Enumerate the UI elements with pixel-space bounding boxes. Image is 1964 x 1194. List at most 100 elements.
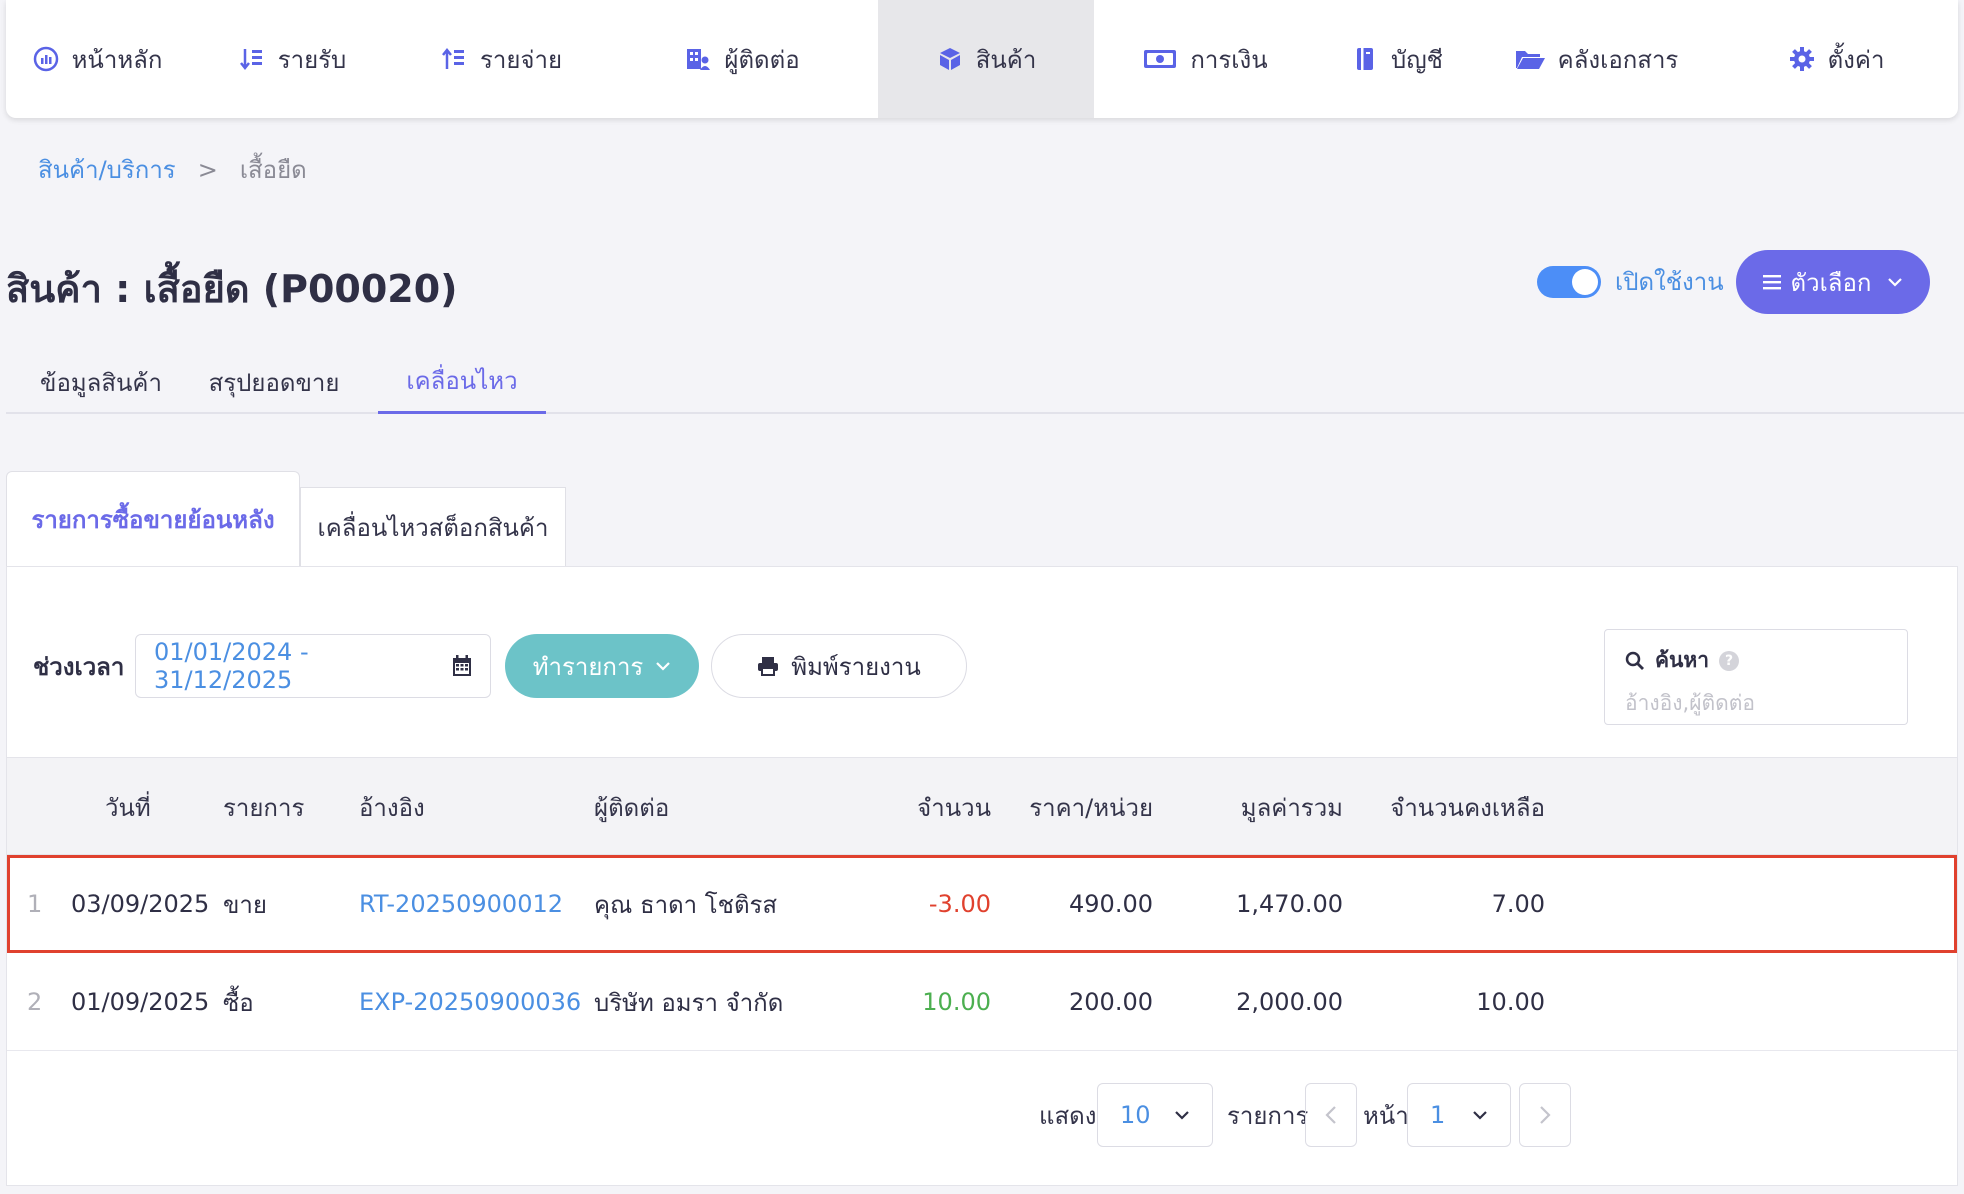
- column-header-type[interactable]: รายการ: [223, 758, 304, 856]
- page-size-value: 10: [1120, 1101, 1151, 1129]
- nav-label: บัญชี: [1391, 45, 1443, 74]
- row-balance: 7.00: [1491, 890, 1545, 918]
- money-icon: [1142, 45, 1178, 73]
- contacts-building-icon: [684, 45, 712, 73]
- nav-item-accounting[interactable]: บัญชี: [1316, 0, 1478, 118]
- chevron-right-icon: [1539, 1105, 1551, 1125]
- subtab-label: รายการซื้อขายย้อนหลัง: [31, 506, 275, 534]
- page-value: 1: [1430, 1101, 1446, 1129]
- date-range-input[interactable]: 01/01/2024 - 31/12/2025: [135, 634, 491, 698]
- create-transaction-button[interactable]: ทำรายการ: [505, 634, 699, 698]
- chevron-down-icon: [655, 661, 671, 671]
- nav-label: สินค้า: [975, 45, 1037, 74]
- top-navigation: หน้าหลัก รายรับ รายจ่าย ผู้ติดต่อ สินค้า…: [6, 0, 1958, 118]
- nav-item-documents[interactable]: คลังเอกสาร: [1478, 0, 1714, 118]
- nav-label: ผู้ติดต่อ: [724, 45, 800, 74]
- row-quantity: 10.00: [922, 988, 991, 1016]
- options-button[interactable]: ตัวเลือก: [1736, 250, 1930, 314]
- column-header-contact[interactable]: ผู้ติดต่อ: [594, 758, 669, 856]
- row-type: ซื้อ: [223, 988, 254, 1017]
- dashboard-gauge-icon: [32, 45, 60, 73]
- subtab-transaction-history[interactable]: รายการซื้อขายย้อนหลัง: [6, 471, 300, 567]
- create-transaction-label: ทำรายการ: [532, 652, 644, 681]
- subtab-stock-movement[interactable]: เคลื่อนไหวสต็อกสินค้า: [300, 487, 566, 567]
- search-label: ค้นหา: [1655, 648, 1710, 672]
- tab-label: สรุปยอดขาย: [208, 368, 340, 397]
- nav-item-home[interactable]: หน้าหลัก: [6, 0, 188, 118]
- expense-sort-icon: [440, 45, 468, 73]
- search-icon: [1625, 651, 1645, 671]
- date-range-value: 01/01/2024 - 31/12/2025: [154, 638, 309, 694]
- tab-label: ข้อมูลสินค้า: [40, 368, 162, 397]
- active-toggle-label: เปิดใช้งาน: [1615, 268, 1724, 296]
- nav-label: รายจ่าย: [479, 45, 563, 74]
- row-quantity: -3.00: [928, 890, 991, 918]
- print-report-label: พิมพ์รายงาน: [791, 652, 921, 681]
- row-contact: บริษัท อมรา จำกัด: [594, 988, 784, 1017]
- breadcrumb-current: เสื้อยืด: [239, 156, 307, 184]
- tab-product-info[interactable]: ข้อมูลสินค้า: [28, 350, 174, 414]
- active-toggle-group: เปิดใช้งาน: [1537, 262, 1724, 301]
- nav-label: ตั้งค่า: [1827, 45, 1885, 74]
- print-report-button[interactable]: พิมพ์รายงาน: [711, 634, 967, 698]
- chevron-down-icon: [1887, 277, 1903, 287]
- chevron-left-icon: [1325, 1105, 1337, 1125]
- row-total: 2,000.00: [1236, 988, 1343, 1016]
- page-select[interactable]: 1: [1407, 1083, 1511, 1147]
- tab-sales-summary[interactable]: สรุปยอดขาย: [200, 350, 348, 414]
- column-header-reference[interactable]: อ้างอิง: [359, 758, 425, 856]
- nav-item-income[interactable]: รายรับ: [188, 0, 396, 118]
- column-header-date[interactable]: วันที่: [105, 758, 151, 856]
- nav-item-finance[interactable]: การเงิน: [1094, 0, 1316, 118]
- column-header-total[interactable]: มูลค่ารวม: [1183, 758, 1343, 856]
- row-number: 1: [27, 890, 43, 918]
- row-reference-link[interactable]: RT-20250900012: [359, 855, 563, 953]
- column-header-quantity[interactable]: จำนวน: [871, 758, 991, 856]
- breadcrumb: สินค้า/บริการ > เสื้อยืด: [38, 150, 307, 189]
- toggle-knob: [1572, 268, 1598, 295]
- tab-movement[interactable]: เคลื่อนไหว: [378, 350, 546, 414]
- product-box-icon: [936, 45, 964, 73]
- nav-item-products[interactable]: สินค้า: [878, 0, 1094, 118]
- page-size-select[interactable]: 10: [1097, 1083, 1213, 1147]
- page-title: สินค้า : เสื้อยืด (P00020): [6, 267, 458, 311]
- pagination: แสดง 10 รายการ หน้า 1: [7, 1083, 1957, 1147]
- prev-page-button[interactable]: [1305, 1083, 1357, 1147]
- column-header-balance[interactable]: จำนวนคงเหลือ: [1387, 758, 1545, 856]
- table-header: วันที่ รายการ อ้างอิง ผู้ติดต่อ จำนวน รา…: [7, 757, 1957, 855]
- search-box[interactable]: ค้นหา ? อ้างอิง,ผู้ติดต่อ: [1604, 629, 1908, 725]
- gear-icon: [1788, 45, 1816, 73]
- row-contact: คุณ ธาดา โชติรส: [594, 890, 778, 919]
- row-date: 03/09/2025: [71, 890, 210, 918]
- chevron-down-icon: [1174, 1110, 1190, 1120]
- subtab-label: เคลื่อนไหวสต็อกสินค้า: [317, 514, 549, 542]
- printer-icon: [757, 656, 779, 676]
- breadcrumb-separator: >: [197, 155, 218, 184]
- search-placeholder: อ้างอิง,ผู้ติดต่อ: [1625, 691, 1756, 715]
- next-page-button[interactable]: [1519, 1083, 1571, 1147]
- items-label: รายการ: [1227, 1101, 1309, 1130]
- main-tabs: ข้อมูลสินค้า สรุปยอดขาย เคลื่อนไหว: [6, 350, 1964, 414]
- table-row[interactable]: 2 01/09/2025 ซื้อ EXP-20250900036 บริษัท…: [7, 953, 1957, 1051]
- active-toggle[interactable]: [1537, 265, 1601, 298]
- help-icon[interactable]: ?: [1719, 650, 1740, 671]
- breadcrumb-parent-link[interactable]: สินค้า/บริการ: [38, 150, 176, 189]
- nav-label: หน้าหลัก: [71, 45, 163, 74]
- ledger-book-icon: [1351, 45, 1379, 73]
- nav-item-contacts[interactable]: ผู้ติดต่อ: [606, 0, 878, 118]
- row-reference-link[interactable]: EXP-20250900036: [359, 953, 581, 1051]
- nav-item-expense[interactable]: รายจ่าย: [396, 0, 606, 118]
- table-row[interactable]: 1 03/09/2025 ขาย RT-20250900012 คุณ ธาดา…: [7, 855, 1957, 953]
- nav-item-settings[interactable]: ตั้งค่า: [1714, 0, 1958, 118]
- income-sort-icon: [238, 45, 266, 73]
- column-header-unit-price[interactable]: ราคา/หน่วย: [1013, 758, 1153, 856]
- transactions-panel: ช่วงเวลา 01/01/2024 - 31/12/2025 ทำรายกา…: [6, 566, 1958, 1186]
- options-label: ตัวเลือก: [1790, 268, 1872, 297]
- row-number: 2: [27, 988, 43, 1016]
- calendar-icon: [452, 655, 472, 677]
- row-balance: 10.00: [1476, 988, 1545, 1016]
- row-date: 01/09/2025: [71, 988, 210, 1016]
- row-total: 1,470.00: [1236, 890, 1343, 918]
- chevron-down-icon: [1472, 1110, 1488, 1120]
- row-type: ขาย: [223, 890, 267, 919]
